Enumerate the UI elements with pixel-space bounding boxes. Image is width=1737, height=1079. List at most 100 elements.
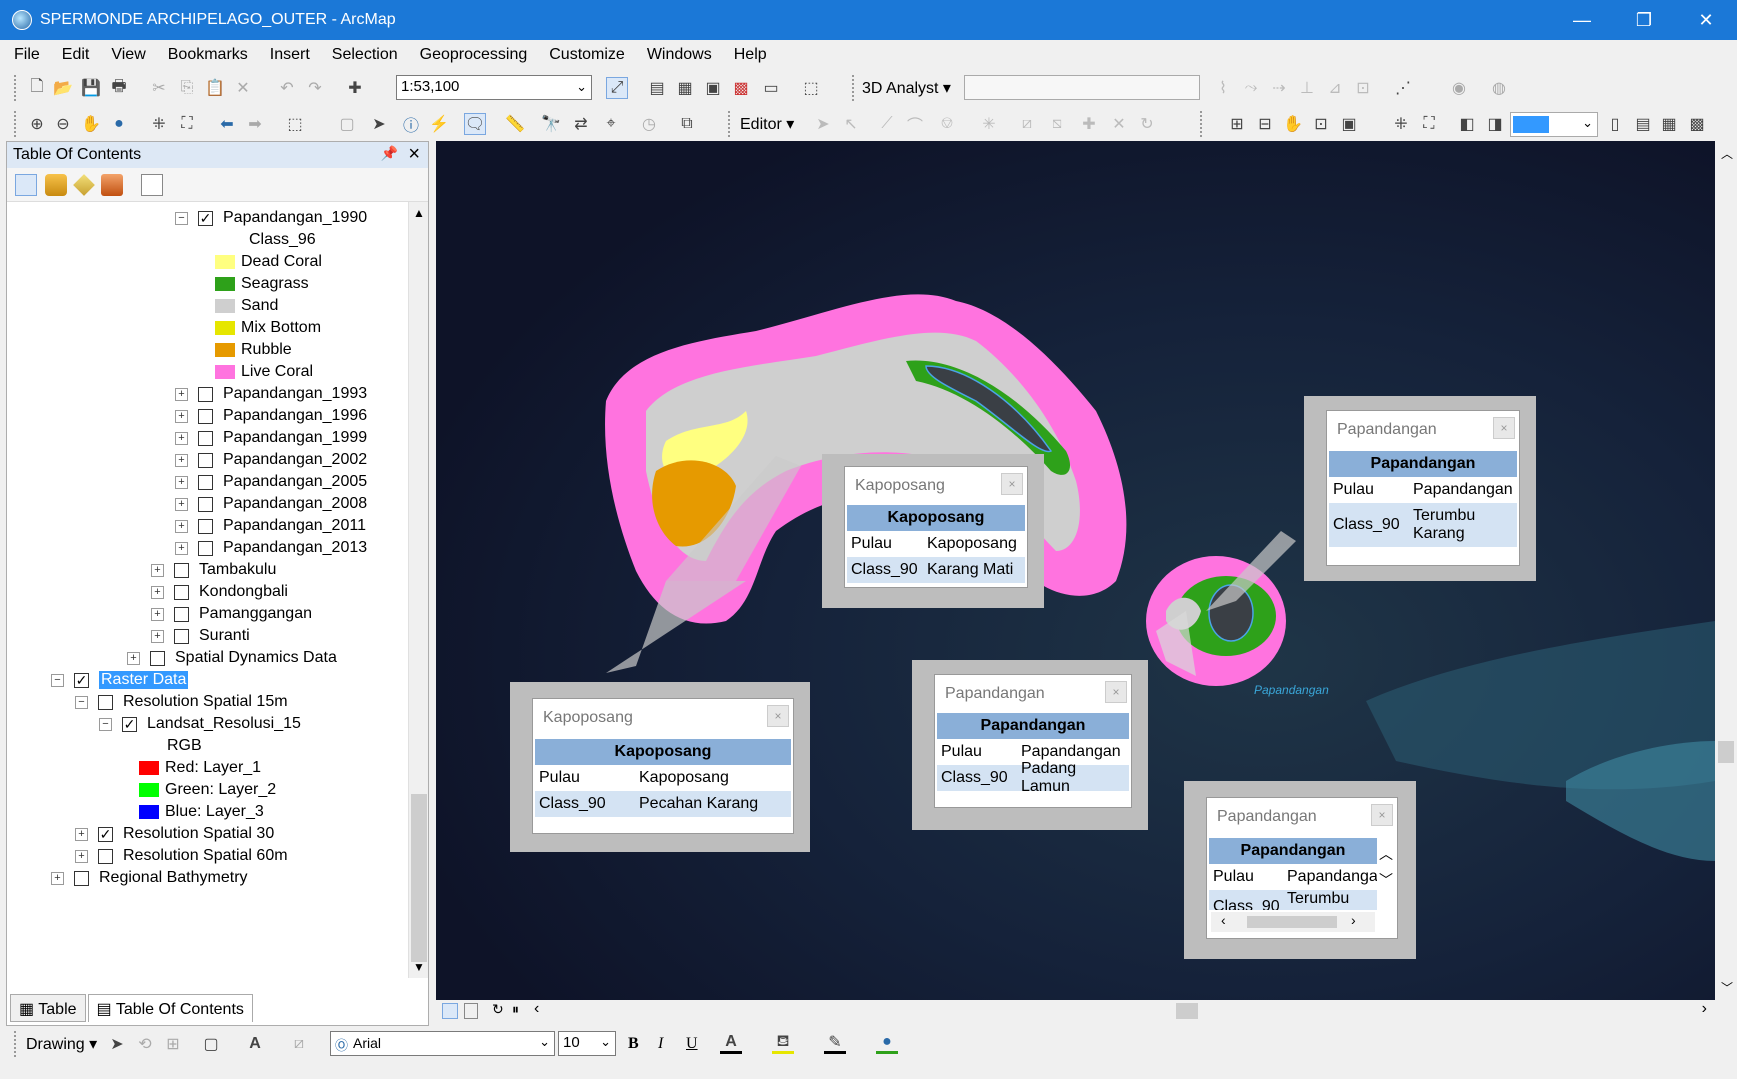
copy-icon[interactable]: ⎘ — [176, 77, 198, 99]
marker-color-icon[interactable]: ● — [876, 1032, 898, 1054]
minimize-button[interactable]: — — [1551, 0, 1613, 40]
straight-segment-icon[interactable]: ⟋ — [876, 113, 898, 135]
toggle-draft-mode-icon[interactable]: ▯ — [1604, 113, 1626, 135]
expand-icon[interactable]: + — [175, 409, 188, 423]
search-window-icon[interactable]: ▣ — [702, 77, 724, 99]
close-icon[interactable]: × — [1371, 804, 1393, 826]
editor-dropdown[interactable]: Editor ▾ — [740, 114, 794, 134]
expand-icon[interactable]: + — [175, 387, 188, 401]
chevron-down-icon[interactable]: ⌄ — [539, 1034, 550, 1050]
layer-visibility-checkbox[interactable] — [198, 540, 213, 556]
measure-icon[interactable]: 📏 — [504, 113, 526, 135]
layer-visibility-checkbox[interactable] — [74, 870, 89, 886]
layer-visibility-checkbox[interactable]: ✓ — [122, 716, 137, 732]
table-of-contents-window-icon[interactable]: ▤ — [646, 77, 668, 99]
arctoolbox-icon[interactable]: ▩ — [730, 77, 752, 99]
layout-view-icon[interactable] — [464, 1003, 478, 1019]
end-point-arc-icon[interactable]: ⌒ — [904, 113, 926, 135]
edit-annotation-icon[interactable]: ↖ — [840, 113, 862, 135]
menu-file[interactable]: File — [14, 46, 40, 64]
map-vertical-scrollbar[interactable]: ︿ ﹀ — [1715, 141, 1737, 1000]
point-icon[interactable]: ✳ — [978, 113, 1000, 135]
scroll-left-icon[interactable]: ‹ — [534, 1000, 539, 1018]
zoom-whole-page-icon[interactable]: ⊡ — [1310, 113, 1332, 135]
edit-vertices-icon[interactable]: ⧄ — [288, 1033, 310, 1055]
delete-icon[interactable]: ✕ — [232, 77, 254, 99]
group-spatial-dynamics-data[interactable]: + Spatial Dynamics Data — [127, 646, 337, 670]
scroll-left-icon[interactable]: ‹ — [1221, 912, 1226, 928]
zoom-out-icon[interactable]: ⊖ — [52, 113, 74, 135]
menu-selection[interactable]: Selection — [332, 46, 398, 64]
menu-customize[interactable]: Customize — [549, 46, 625, 64]
refresh-icon[interactable]: ↻ — [492, 1001, 504, 1018]
cut-icon[interactable]: ✂ — [148, 77, 170, 99]
restore-button[interactable]: ❐ — [1613, 0, 1675, 40]
menu-view[interactable]: View — [111, 46, 145, 64]
close-button[interactable]: ✕ — [1675, 0, 1737, 40]
editor-toolbar-toggle-icon[interactable]: ⤢ — [606, 77, 628, 99]
layer-visibility-checkbox[interactable] — [198, 496, 213, 512]
catalog-window-icon[interactable]: ▦ — [674, 77, 696, 99]
tab-table[interactable]: ▦ Table — [10, 994, 86, 1022]
arcscene-icon[interactable]: ◉ — [1448, 77, 1470, 99]
open-folder-icon[interactable]: 📂 — [52, 77, 74, 99]
scroll-up-icon[interactable]: ︿ — [1721, 145, 1733, 162]
layer-papandangan-1996[interactable]: + Papandangan_1996 — [175, 404, 367, 428]
pan-hand-icon[interactable]: ✋ — [80, 113, 102, 135]
new-document-icon[interactable]: 🗋 — [26, 77, 48, 99]
layer-visibility-checkbox[interactable]: ✓ — [98, 826, 113, 842]
list-by-source-icon[interactable] — [45, 174, 67, 196]
layer-visibility-checkbox[interactable] — [198, 452, 213, 468]
menu-insert[interactable]: Insert — [270, 46, 310, 64]
expand-icon[interactable]: + — [75, 827, 88, 841]
group-tambakulu[interactable]: + Tambakulu — [151, 558, 276, 582]
layer-papandangan-2008[interactable]: + Papandangan_2008 — [175, 492, 367, 516]
scrollbar-thumb[interactable] — [411, 794, 427, 962]
italic-button[interactable]: I — [658, 1035, 663, 1053]
line-color-icon[interactable]: ✎ — [824, 1032, 846, 1054]
expand-icon[interactable]: + — [175, 541, 188, 555]
find-route-icon[interactable]: ⇄ — [570, 113, 592, 135]
expand-icon[interactable]: + — [127, 651, 140, 665]
python-window-icon[interactable]: ▭ — [760, 77, 782, 99]
layer-visibility-checkbox[interactable] — [198, 430, 213, 446]
close-icon[interactable]: × — [408, 143, 420, 166]
layer-papandangan-2002[interactable]: + Papandangan_2002 — [175, 448, 367, 472]
group-raster-data[interactable]: − ✓ Raster Data — [51, 668, 189, 692]
horizontal-scrollbar-thumb[interactable] — [1176, 1003, 1198, 1019]
expand-icon[interactable]: + — [175, 519, 188, 533]
close-icon[interactable]: × — [1105, 681, 1127, 703]
layer-visibility-checkbox[interactable] — [174, 584, 189, 600]
edit-tool-icon[interactable]: ➤ — [812, 113, 834, 135]
layer-visibility-checkbox[interactable] — [198, 518, 213, 534]
layer-papandangan-1990[interactable]: − ✓ Papandangan_1990 — [175, 206, 367, 230]
undo-icon[interactable]: ↶ — [276, 77, 298, 99]
scroll-down-icon[interactable]: ﹀ — [1379, 870, 1393, 890]
bold-button[interactable]: B — [628, 1035, 639, 1053]
font-size-combobox[interactable]: 10 ⌄ — [558, 1031, 616, 1056]
html-popup-icon[interactable]: 🗨 — [464, 113, 486, 135]
collapse-icon[interactable]: − — [75, 695, 88, 709]
add-data-icon[interactable]: ✚ — [344, 77, 366, 99]
collapse-icon[interactable]: − — [51, 673, 64, 687]
fixed-zoom-out-layout-icon[interactable]: ⛶ — [1418, 113, 1440, 135]
scroll-down-icon[interactable]: ▼ — [413, 960, 425, 974]
layer-papandangan-2013[interactable]: + Papandangan_2013 — [175, 536, 367, 560]
chevron-down-icon[interactable]: ⌄ — [600, 1034, 611, 1050]
expand-icon[interactable]: + — [151, 629, 164, 643]
clear-selection-icon[interactable]: ▢ — [336, 113, 358, 135]
scroll-right-icon[interactable]: › — [1702, 1000, 1707, 1018]
menu-windows[interactable]: Windows — [647, 46, 712, 64]
edit-vertices-icon[interactable]: ⧄ — [1016, 113, 1038, 135]
expand-icon[interactable]: + — [175, 475, 188, 489]
3d-analyst-layer-combobox[interactable] — [964, 75, 1200, 100]
scrollbar-thumb[interactable] — [1718, 741, 1734, 763]
save-icon[interactable]: 💾 — [80, 77, 102, 99]
expand-icon[interactable]: + — [151, 585, 164, 599]
group-resolution-spatial-30[interactable]: + ✓ Resolution Spatial 30 — [75, 822, 274, 846]
pin-icon[interactable]: 📌 — [381, 145, 398, 162]
layer-visibility-checkbox[interactable] — [198, 474, 213, 490]
menu-help[interactable]: Help — [734, 46, 767, 64]
font-name-combobox[interactable]: Ⓞ Arial ⌄ — [330, 1031, 555, 1056]
underline-button[interactable]: U — [686, 1035, 698, 1053]
